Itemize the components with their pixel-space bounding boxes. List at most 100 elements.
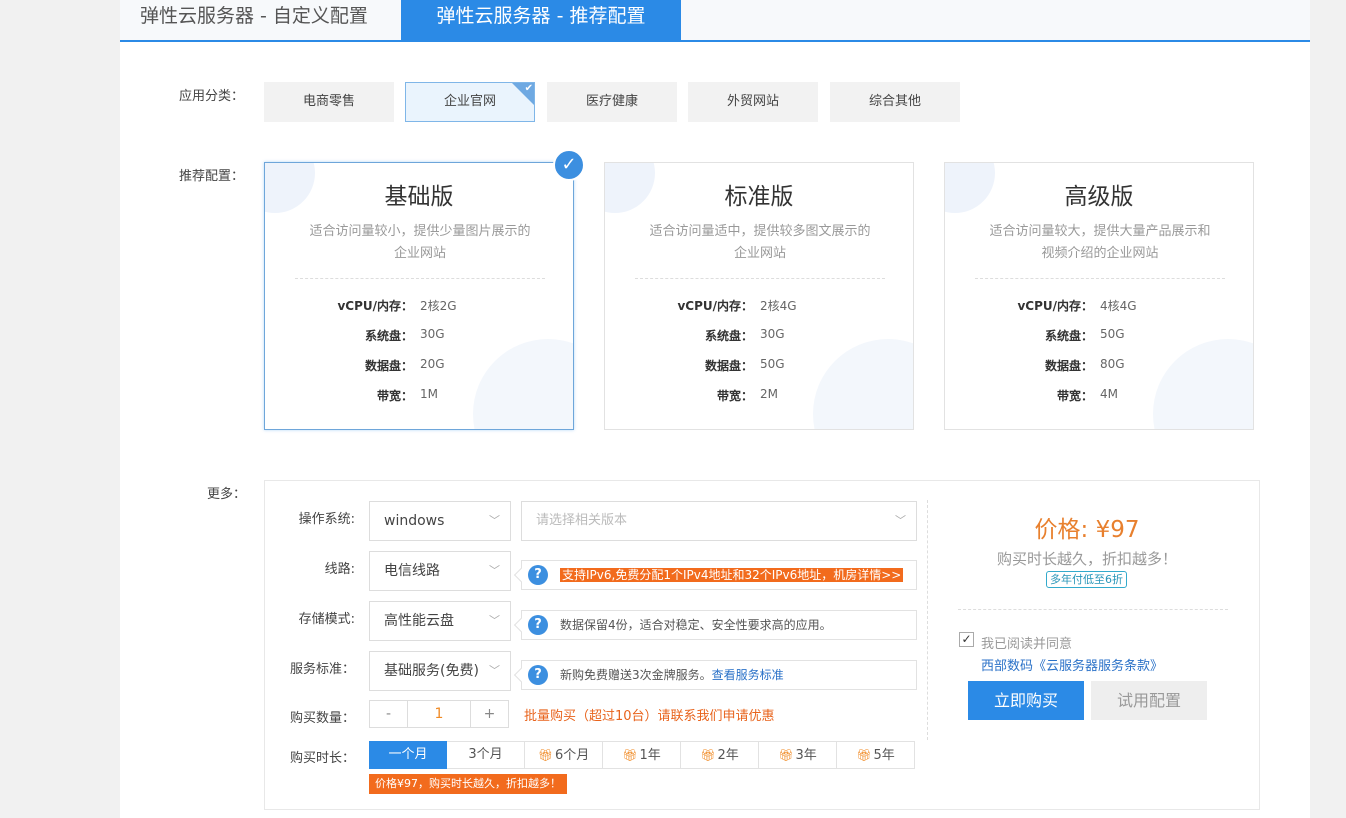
bulk-purchase-note[interactable]: 批量购买（超过10台）请联系我们申请优惠 <box>524 705 775 724</box>
line-select-value: 电信线路 <box>384 563 440 579</box>
duration-option-label: 3个月 <box>468 747 503 762</box>
plan-desc-line: 适合访问量适中，提供较多图文展示的 <box>649 224 871 239</box>
duration-option-1y[interactable]: 🎁︎ 1年 <box>603 741 681 769</box>
service-label: 服务标准： <box>289 662 355 677</box>
plan-description: 适合访问量较大，提供大量产品展示和 视频介绍的企业网站 <box>975 221 1225 265</box>
plan-title: 标准版 <box>724 184 794 210</box>
storage-select[interactable]: 高性能云盘 ﹀ <box>369 601 511 641</box>
tab-custom-config[interactable]: 弹性云服务器 - 自定义配置 <box>120 0 400 40</box>
agree-checkbox[interactable]: ✓ <box>959 632 974 647</box>
spec-value: 4M <box>1100 387 1118 401</box>
spec-value: 80G <box>1100 357 1125 371</box>
duration-option-3y[interactable]: 🎁︎ 3年 <box>759 741 837 769</box>
chevron-down-icon: ﹀ <box>489 564 500 577</box>
duration-option-label: 一个月 <box>388 747 428 762</box>
discount-badge: 多年付低至6折 <box>1046 571 1127 588</box>
card-decoration <box>1153 339 1253 429</box>
os-version-placeholder: 请选择相关版本 <box>536 513 628 528</box>
spec-key: vCPU/内存： <box>337 299 413 313</box>
duration-price-tip: 价格¥97，购买时长越久，折扣越多！ <box>369 774 567 794</box>
line-select[interactable]: 电信线路 ﹀ <box>369 551 511 591</box>
card-divider <box>295 278 545 279</box>
spec-value: 30G <box>760 327 785 341</box>
line-label: 线路: <box>324 562 355 577</box>
duration-option-label: 2年 <box>717 748 739 763</box>
chevron-down-icon: ﹀ <box>489 614 500 627</box>
price-display: 价格: ¥97 <box>1034 517 1140 543</box>
plan-description: 适合访问量适中，提供较多图文展示的 企业网站 <box>635 221 885 265</box>
plan-card-advanced[interactable]: 高级版 适合访问量较大，提供大量产品展示和 视频介绍的企业网站 vCPU/内存：… <box>944 162 1254 430</box>
os-select[interactable]: windows ﹀ <box>369 501 511 541</box>
quantity-input[interactable]: 1 <box>409 701 469 727</box>
plan-title: 高级版 <box>1064 184 1134 210</box>
card-divider <box>975 278 1225 279</box>
service-tip: ? 新购免费赠送3次金牌服务。查看服务标准 <box>513 660 917 690</box>
terms-link[interactable]: 西部数码《云服务器服务条款》 <box>981 655 1163 674</box>
category-other[interactable]: 综合其他 <box>830 82 960 122</box>
service-select[interactable]: 基础服务(免费) ﹀ <box>369 651 511 691</box>
line-tip-text[interactable]: 支持IPv6,免费分配1个IPv4地址和32个IPv6地址，机房详情>> <box>560 568 904 582</box>
buy-now-button[interactable]: 立即购买 <box>968 681 1084 720</box>
plan-desc-line: 企业网站 <box>733 246 786 261</box>
os-select-value: windows <box>384 513 445 529</box>
tab-bar: 弹性云服务器 - 自定义配置 弹性云服务器 - 推荐配置 <box>120 0 1310 42</box>
quantity-plus-button[interactable]: + <box>470 701 508 727</box>
quantity-label: 购买数量： <box>289 711 355 726</box>
plan-desc-line: 企业网站 <box>393 246 446 261</box>
duration-option-6m[interactable]: 🎁︎ 6个月 <box>525 741 603 769</box>
question-icon: ? <box>528 615 548 635</box>
spec-key: 数据盘： <box>704 359 753 373</box>
duration-option-3m[interactable]: 3个月 <box>447 741 525 769</box>
spec-key: 带宽： <box>716 389 753 403</box>
spec-value: 50G <box>760 357 785 371</box>
duration-option-label: 5年 <box>873 748 895 763</box>
spec-key: vCPU/内存： <box>1017 299 1093 313</box>
line-tip: ? 支持IPv6,免费分配1个IPv4地址和32个IPv6地址，机房详情>> <box>513 560 917 590</box>
category-label-text: 企业官网 <box>443 94 496 109</box>
os-label: 操作系统: <box>298 512 355 527</box>
trial-config-button[interactable]: 试用配置 <box>1091 681 1207 720</box>
spec-key: 系统盘： <box>1044 329 1093 343</box>
duration-option-2y[interactable]: 🎁︎ 2年 <box>681 741 759 769</box>
spec-value: 2M <box>760 387 778 401</box>
spec-value: 2核4G <box>760 299 797 313</box>
more-label: 更多： <box>207 487 247 502</box>
os-version-select[interactable]: 请选择相关版本 ﹀ <box>521 501 917 541</box>
service-standard-link[interactable]: 查看服务标准 <box>712 668 784 682</box>
spec-key: 数据盘： <box>1044 359 1093 373</box>
service-select-value: 基础服务(免费) <box>384 663 479 679</box>
spec-key: 系统盘： <box>364 329 413 343</box>
card-decoration <box>813 339 913 429</box>
spec-key: vCPU/内存： <box>677 299 753 313</box>
category-ecommerce[interactable]: 电商零售 <box>264 82 394 122</box>
duration-option-1m[interactable]: 一个月 <box>369 741 447 769</box>
spec-value: 50G <box>1100 327 1125 341</box>
summary-divider <box>958 609 1228 610</box>
gift-icon: 🎁︎ <box>537 748 553 762</box>
spec-value: 20G <box>420 357 445 371</box>
plan-desc-line: 视频介绍的企业网站 <box>1041 246 1159 261</box>
plan-desc-line: 适合访问量较大，提供大量产品展示和 <box>989 224 1211 239</box>
duration-label: 购买时长： <box>289 751 355 766</box>
category-label: 应用分类： <box>179 89 245 104</box>
spec-value: 30G <box>420 327 445 341</box>
gift-icon: 🎁︎ <box>700 748 716 762</box>
tab-recommended-config[interactable]: 弹性云服务器 - 推荐配置 <box>401 0 681 40</box>
spec-key: 数据盘： <box>364 359 413 373</box>
spec-key: 系统盘： <box>704 329 753 343</box>
plan-title: 基础版 <box>384 184 454 210</box>
plan-card-basic[interactable]: 基础版 适合访问量较小，提供少量图片展示的 企业网站 vCPU/内存： 2核2G … <box>264 162 574 430</box>
duration-option-5y[interactable]: 🎁︎ 5年 <box>837 741 915 769</box>
category-corporate-site[interactable]: 企业官网 ✔ <box>405 82 535 122</box>
plan-description: 适合访问量较小，提供少量图片展示的 企业网站 <box>295 221 545 265</box>
category-healthcare[interactable]: 医疗健康 <box>547 82 677 122</box>
category-foreign-trade[interactable]: 外贸网站 <box>688 82 818 122</box>
spec-key: 带宽： <box>1056 389 1093 403</box>
duration-option-label: 6个月 <box>554 748 590 763</box>
summary-divider <box>927 500 928 740</box>
storage-tip: ? 数据保留4份，适合对稳定、安全性要求高的应用。 <box>513 610 917 640</box>
quantity-minus-button[interactable]: - <box>370 701 408 727</box>
plan-card-standard[interactable]: 标准版 适合访问量适中，提供较多图文展示的 企业网站 vCPU/内存： 2核4G … <box>604 162 914 430</box>
spec-value: 2核2G <box>420 299 457 313</box>
spec-value: 1M <box>420 387 438 401</box>
